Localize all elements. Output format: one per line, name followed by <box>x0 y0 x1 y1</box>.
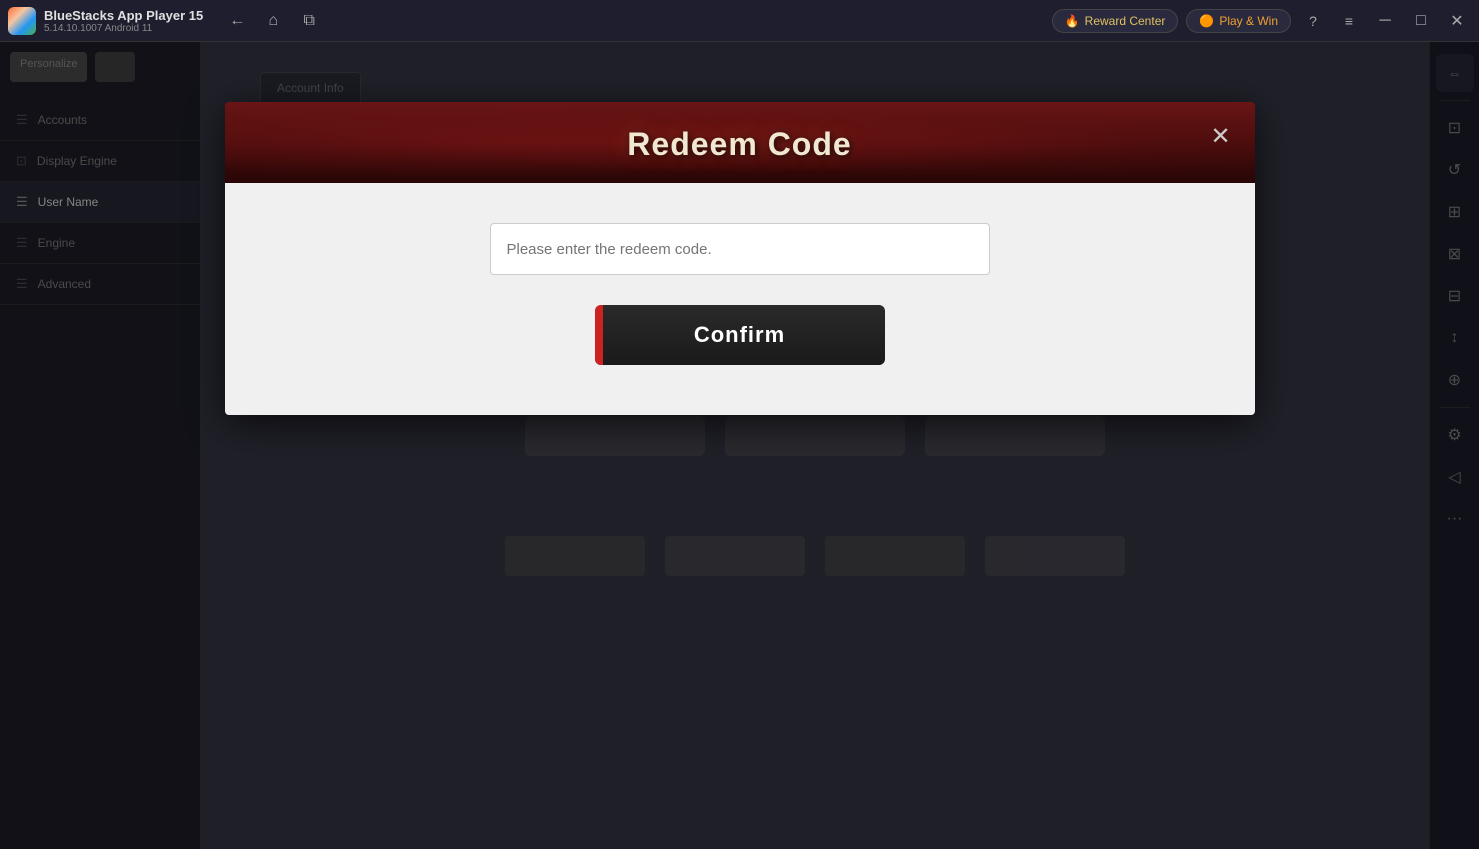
dialog-header: Redeem Code ✕ <box>225 102 1255 183</box>
redeem-code-input[interactable] <box>490 223 990 275</box>
titlebar-close-button[interactable]: ✕ <box>1443 7 1471 35</box>
nav-buttons: ← ⌂ ⧉ <box>223 7 323 35</box>
maximize-button[interactable]: □ <box>1407 7 1435 35</box>
modal-backdrop: Redeem Code ✕ Confirm <box>0 42 1479 849</box>
dialog-close-button[interactable]: ✕ <box>1203 118 1239 154</box>
reward-center-button[interactable]: 🔥 Reward Center <box>1052 9 1179 33</box>
app-info: BlueStacks App Player 15 5.14.10.1007 An… <box>44 8 203 34</box>
dialog-title: Redeem Code <box>627 126 851 163</box>
title-actions: 🔥 Reward Center 🟠 Play & Win ? ≡ ─ □ ✕ <box>1052 7 1471 35</box>
app-name: BlueStacks App Player 15 <box>44 8 203 23</box>
help-button[interactable]: ? <box>1299 7 1327 35</box>
redeem-dialog: Redeem Code ✕ Confirm <box>225 102 1255 415</box>
title-bar: BlueStacks App Player 15 5.14.10.1007 An… <box>0 0 1479 42</box>
minimize-button[interactable]: ─ <box>1371 7 1399 35</box>
app-logo <box>8 7 36 35</box>
reward-center-icon: 🔥 <box>1065 14 1080 28</box>
play-win-button[interactable]: 🟠 Play & Win <box>1186 9 1291 33</box>
main-area: Personalize ☰ Accounts ⊡ Display Engine … <box>0 42 1479 849</box>
home-button[interactable]: ⌂ <box>259 7 287 35</box>
app-version: 5.14.10.1007 Android 11 <box>44 23 203 34</box>
play-win-icon: 🟠 <box>1199 14 1214 28</box>
confirm-button[interactable]: Confirm <box>595 305 885 365</box>
back-button[interactable]: ← <box>223 7 251 35</box>
menu-button[interactable]: ≡ <box>1335 7 1363 35</box>
play-win-label: Play & Win <box>1219 14 1278 28</box>
multiwindow-button[interactable]: ⧉ <box>295 7 323 35</box>
reward-center-label: Reward Center <box>1085 14 1166 28</box>
dialog-body: Confirm <box>225 183 1255 415</box>
confirm-label: Confirm <box>694 322 785 348</box>
